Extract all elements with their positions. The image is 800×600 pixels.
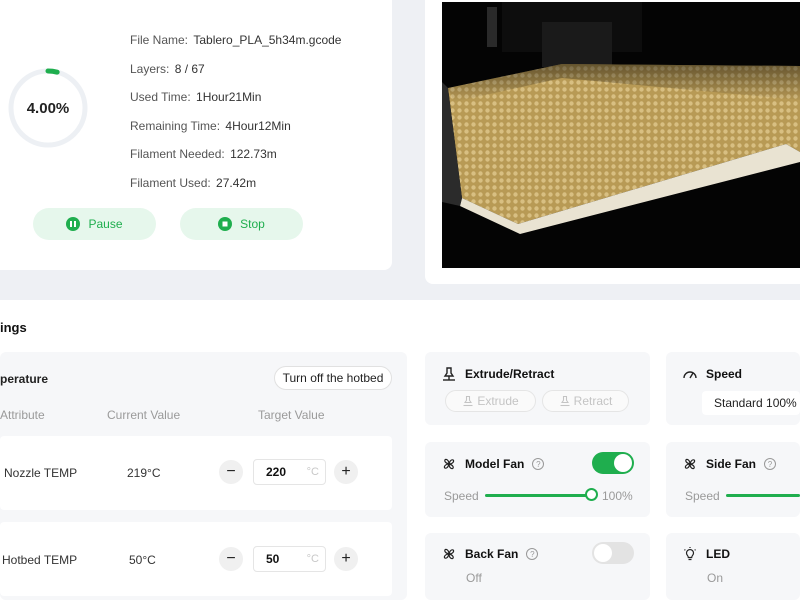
led-title: LED	[706, 547, 730, 561]
filament-used-value: 27.42m	[216, 176, 257, 190]
layers-label: Layers:	[130, 62, 170, 76]
model-fan-title: Model Fan	[465, 457, 525, 471]
used-time-row: Used Time: 1Hour21Min	[130, 90, 261, 104]
nozzle-unit: °C	[306, 466, 319, 478]
temperature-title: perature	[0, 372, 49, 386]
pause-icon	[66, 217, 81, 231]
pause-button[interactable]: Pause	[33, 208, 156, 240]
nozzle-decrease-button[interactable]: −	[219, 460, 243, 484]
nozzle-target-value: 220	[266, 465, 287, 479]
extrude-card	[425, 352, 650, 425]
hotbed-current-value: 50°C	[129, 553, 156, 567]
filament-needed-value: 122.73m	[230, 147, 277, 161]
col-target: Target Value	[258, 408, 325, 422]
model-fan-toggle[interactable]	[592, 452, 634, 474]
nozzle-increase-button[interactable]: +	[334, 460, 358, 484]
filament-used-label: Filament Used:	[130, 176, 211, 190]
remaining-time-label: Remaining Time:	[130, 119, 221, 133]
filament-used-row: Filament Used: 27.42m	[130, 176, 256, 190]
hotbed-temp-label: Hotbed TEMP	[2, 553, 78, 567]
hotbed-target-input[interactable]: 50 °C	[253, 546, 326, 572]
file-name-row: File Name: Tablero_PLA_5h34m.gcode	[130, 33, 341, 47]
speed-title: Speed	[706, 367, 743, 381]
back-fan-state: Off	[466, 571, 482, 585]
hotbed-decrease-button[interactable]: −	[219, 547, 243, 571]
nozzle-target-input[interactable]: 220 °C	[253, 459, 326, 485]
stop-label: Stop	[240, 217, 265, 231]
hotbed-unit: °C	[306, 553, 319, 565]
retract-button[interactable]: Retract	[542, 390, 629, 412]
used-time-label: Used Time:	[130, 90, 191, 104]
speedometer-icon	[683, 371, 697, 379]
extrude-icon	[463, 395, 473, 407]
side-fan-slider-track[interactable]	[726, 494, 800, 497]
lightbulb-icon	[684, 547, 696, 561]
fan-icon	[443, 458, 455, 470]
hotbed-target-value: 50	[266, 552, 280, 566]
retract-label: Retract	[573, 394, 613, 408]
model-fan-speed-label: Speed	[444, 489, 479, 503]
side-fan-title-row: Side Fan ?	[682, 456, 777, 472]
nozzle-current-value: 219°C	[127, 466, 161, 480]
stop-button[interactable]: Stop	[180, 208, 303, 240]
side-fan-card	[666, 442, 800, 517]
extrude-title-row: Extrude/Retract	[441, 366, 554, 382]
model-fan-speed-value: 100%	[602, 489, 633, 503]
side-fan-title: Side Fan	[706, 457, 757, 471]
led-title-row: LED	[682, 546, 730, 562]
speed-select[interactable]: Standard 100%	[702, 391, 800, 415]
back-fan-toggle[interactable]	[592, 542, 634, 564]
fan-icon	[443, 548, 455, 560]
stop-icon	[218, 217, 233, 231]
model-fan-title-row: Model Fan ?	[441, 456, 545, 472]
nozzle-temp-label: Nozzle TEMP	[4, 466, 78, 480]
fan-icon	[684, 458, 696, 470]
col-current: Current Value	[107, 408, 181, 422]
speed-title-row: Speed	[682, 366, 742, 382]
extrude-button[interactable]: Extrude	[445, 390, 536, 412]
hotbed-increase-button[interactable]: +	[334, 547, 358, 571]
help-icon[interactable]: ?	[526, 548, 539, 560]
filament-needed-label: Filament Needed:	[130, 147, 225, 161]
filament-needed-row: Filament Needed: 122.73m	[130, 147, 277, 161]
led-card	[666, 533, 800, 600]
layers-row: Layers: 8 / 67	[130, 62, 205, 76]
extruder-icon	[443, 367, 455, 381]
used-time-value: 1Hour21Min	[196, 90, 262, 104]
col-attribute: Attribute	[0, 408, 45, 422]
extrude-label: Extrude	[477, 394, 519, 408]
side-fan-speed-label: Speed	[685, 489, 720, 503]
camera-feed[interactable]	[442, 2, 800, 268]
file-name-label: File Name:	[130, 33, 189, 47]
model-fan-slider-knob[interactable]	[585, 488, 598, 501]
layers-value: 8 / 67	[174, 62, 205, 76]
turn-off-hotbed-button[interactable]: Turn off the hotbed	[274, 366, 392, 390]
help-icon[interactable]: ?	[764, 458, 777, 470]
settings-title: ings	[0, 320, 27, 335]
back-fan-title: Back Fan	[465, 547, 519, 561]
remaining-time-value: 4Hour12Min	[225, 119, 291, 133]
help-icon[interactable]: ?	[532, 458, 545, 470]
model-fan-slider-track[interactable]	[485, 494, 591, 497]
pause-label: Pause	[88, 217, 123, 231]
file-name-value: Tablero_PLA_5h34m.gcode	[193, 33, 342, 47]
camera-image	[442, 2, 800, 268]
led-state: On	[707, 571, 724, 585]
extrude-title: Extrude/Retract	[465, 367, 555, 381]
retract-icon	[560, 395, 570, 407]
back-fan-title-row: Back Fan ?	[441, 546, 539, 562]
remaining-time-row: Remaining Time: 4Hour12Min	[130, 119, 291, 133]
progress-percent: 4.00%	[26, 99, 70, 117]
